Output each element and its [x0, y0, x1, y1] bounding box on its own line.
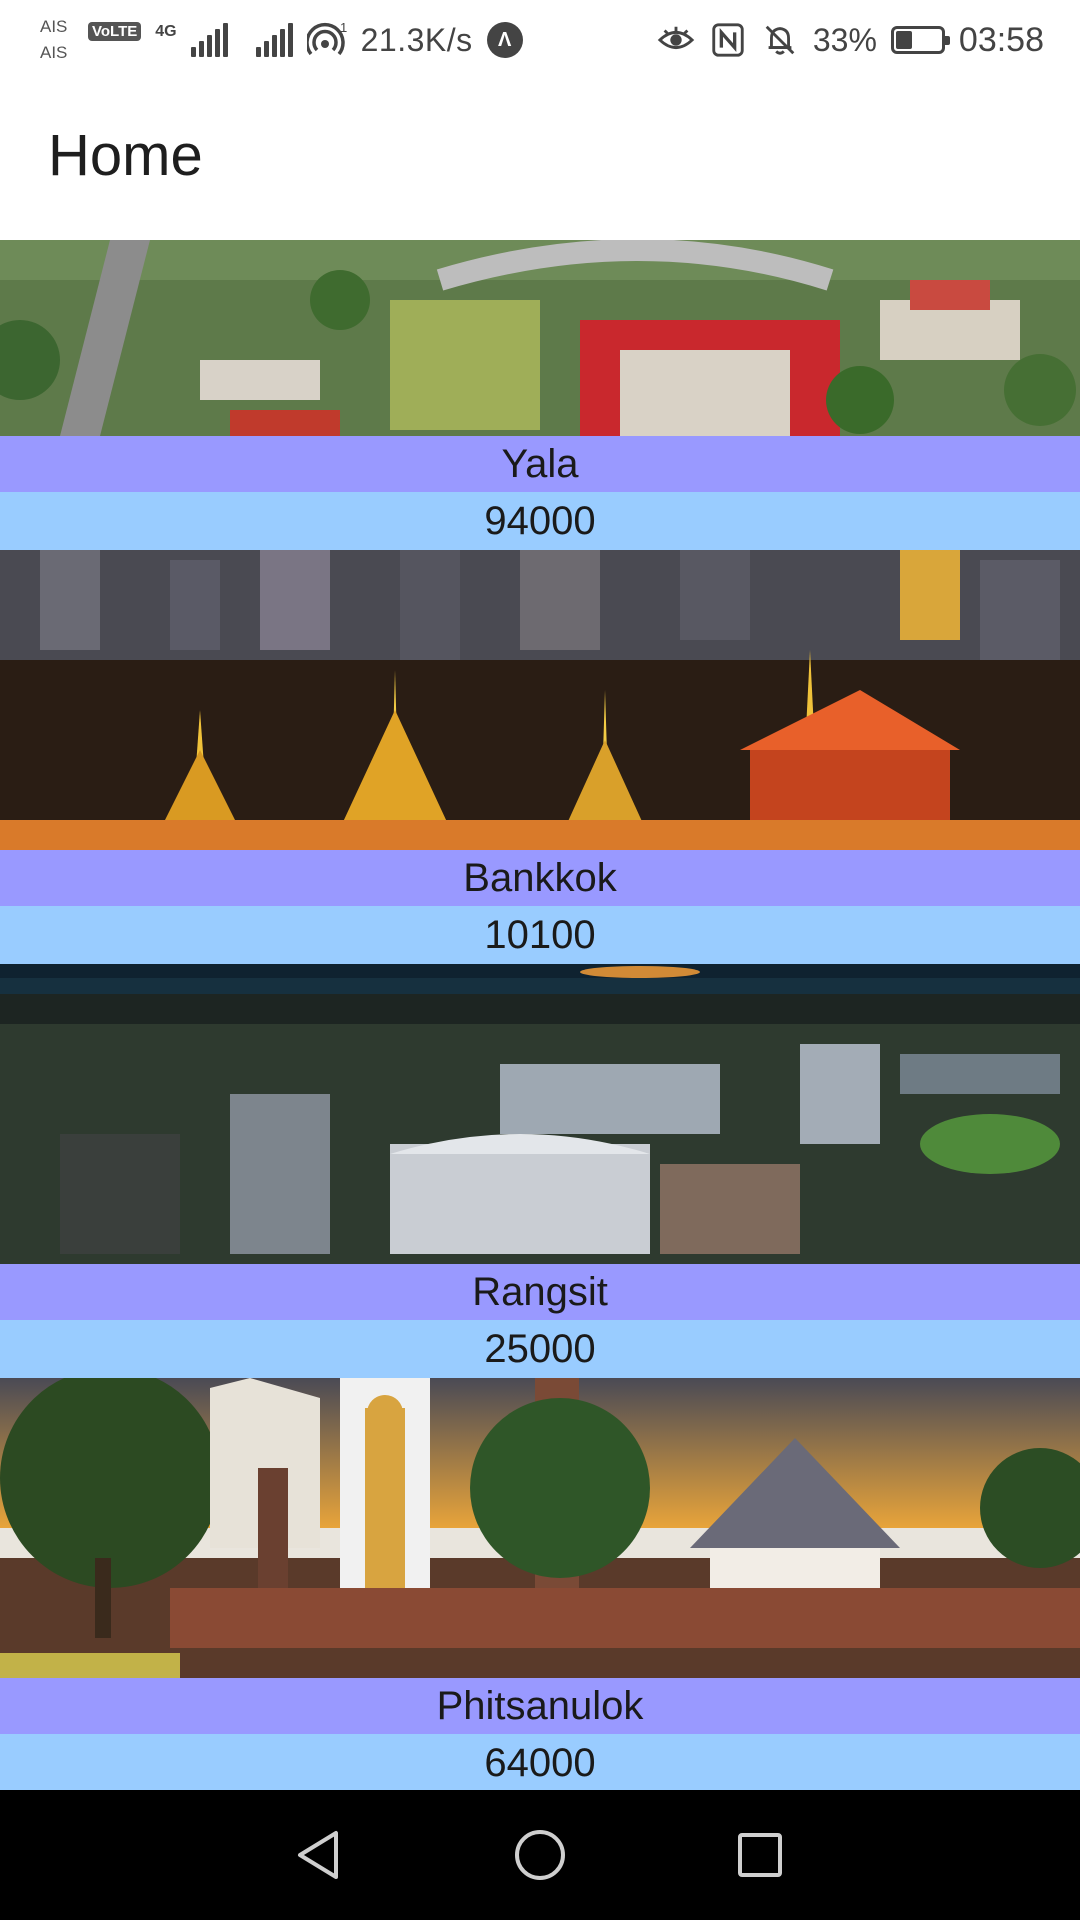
city-card-phitsanulok[interactable]: Phitsanulok 64000 [0, 1378, 1080, 1792]
recents-icon [738, 1833, 782, 1877]
hotspot-icon: 1 [306, 20, 347, 56]
city-card-bankkok[interactable]: Bankkok 10100 [0, 550, 1080, 964]
city-zip: 64000 [0, 1734, 1080, 1792]
city-zip: 94000 [0, 492, 1080, 550]
app-notification-icon: Λ [486, 22, 523, 58]
nfc-icon [712, 23, 744, 57]
network-type: 4G [155, 23, 177, 40]
battery-fill [895, 31, 912, 49]
signal-strength-2-icon [255, 23, 293, 57]
carrier-labels: AIS AIS [40, 14, 74, 66]
eye-icon [657, 26, 695, 50]
city-zip: 10100 [0, 906, 1080, 964]
hotspot-count: 1 [340, 20, 347, 35]
city-card-yala[interactable]: Yala 94000 [0, 240, 1080, 550]
navigation-bar [0, 1790, 1080, 1920]
page-title: Home [48, 123, 203, 188]
city-card-rangsit[interactable]: Rangsit 25000 [0, 964, 1080, 1378]
city-name: Rangsit [0, 1264, 1080, 1320]
city-zip: 25000 [0, 1320, 1080, 1378]
city-name: Yala [0, 436, 1080, 492]
city-list[interactable]: Yala 94000 Bankkok 10100 Rangsit 25000 P… [0, 240, 1080, 1792]
home-button[interactable] [505, 1820, 575, 1890]
signal-strength-icon [190, 23, 228, 57]
city-image-phitsanulok [0, 1378, 1080, 1678]
carrier-bottom: AIS [40, 43, 68, 62]
home-icon [515, 1830, 565, 1880]
back-icon [298, 1831, 338, 1879]
app-bar: Home [0, 74, 1080, 240]
city-image-yala [0, 240, 1080, 436]
carrier-top: AIS [40, 17, 68, 36]
city-image-rangsit [0, 964, 1080, 1264]
network-speed: 21.3K/s [360, 21, 473, 58]
battery-percent: 33% [812, 21, 877, 58]
city-name: Phitsanulok [0, 1678, 1080, 1734]
city-image-bankkok [0, 550, 1080, 850]
back-button[interactable] [285, 1820, 355, 1890]
volte-badge: VoLTE [88, 21, 142, 41]
status-bar: AIS AIS VoLTE 4G 1 21.3K/s Λ 33% 03:58 [0, 0, 1080, 74]
recents-button[interactable] [725, 1820, 795, 1890]
bell-off-icon [765, 25, 795, 55]
city-name: Bankkok [0, 850, 1080, 906]
clock: 03:58 [958, 20, 1044, 59]
battery-icon [890, 26, 950, 54]
